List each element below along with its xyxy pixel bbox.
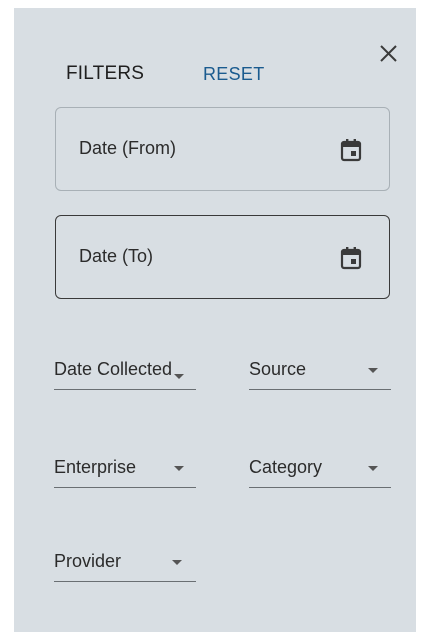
source-label: Source bbox=[249, 359, 307, 379]
chevron-down-icon bbox=[174, 374, 184, 379]
source-select[interactable]: Source bbox=[249, 359, 391, 390]
chevron-down-icon bbox=[172, 560, 182, 565]
chevron-down-icon bbox=[368, 368, 378, 373]
category-select[interactable]: Category bbox=[249, 457, 391, 488]
enterprise-label: Enterprise bbox=[54, 457, 137, 477]
date-from-field[interactable]: Date (From) bbox=[55, 107, 390, 191]
date-to-label: Date (To) bbox=[79, 246, 154, 266]
filters-panel: FILTERS RESET Date (From) Date (To) Date… bbox=[14, 8, 416, 632]
date-collected-label: Date Collected bbox=[54, 359, 173, 379]
filters-title: FILTERS bbox=[66, 63, 145, 84]
close-icon bbox=[380, 45, 397, 62]
enterprise-select[interactable]: Enterprise bbox=[54, 457, 196, 488]
chevron-down-icon bbox=[368, 466, 378, 471]
reset-button[interactable]: RESET bbox=[203, 64, 265, 85]
date-collected-select[interactable]: Date Collected bbox=[54, 359, 196, 390]
date-from-label: Date (From) bbox=[79, 138, 177, 158]
category-label: Category bbox=[249, 457, 323, 477]
chevron-down-icon bbox=[174, 466, 184, 471]
calendar-icon[interactable] bbox=[340, 138, 362, 162]
calendar-icon[interactable] bbox=[340, 246, 362, 270]
provider-label: Provider bbox=[54, 551, 122, 571]
date-to-field[interactable]: Date (To) bbox=[55, 215, 390, 299]
close-button[interactable] bbox=[375, 40, 403, 68]
provider-select[interactable]: Provider bbox=[54, 551, 196, 582]
